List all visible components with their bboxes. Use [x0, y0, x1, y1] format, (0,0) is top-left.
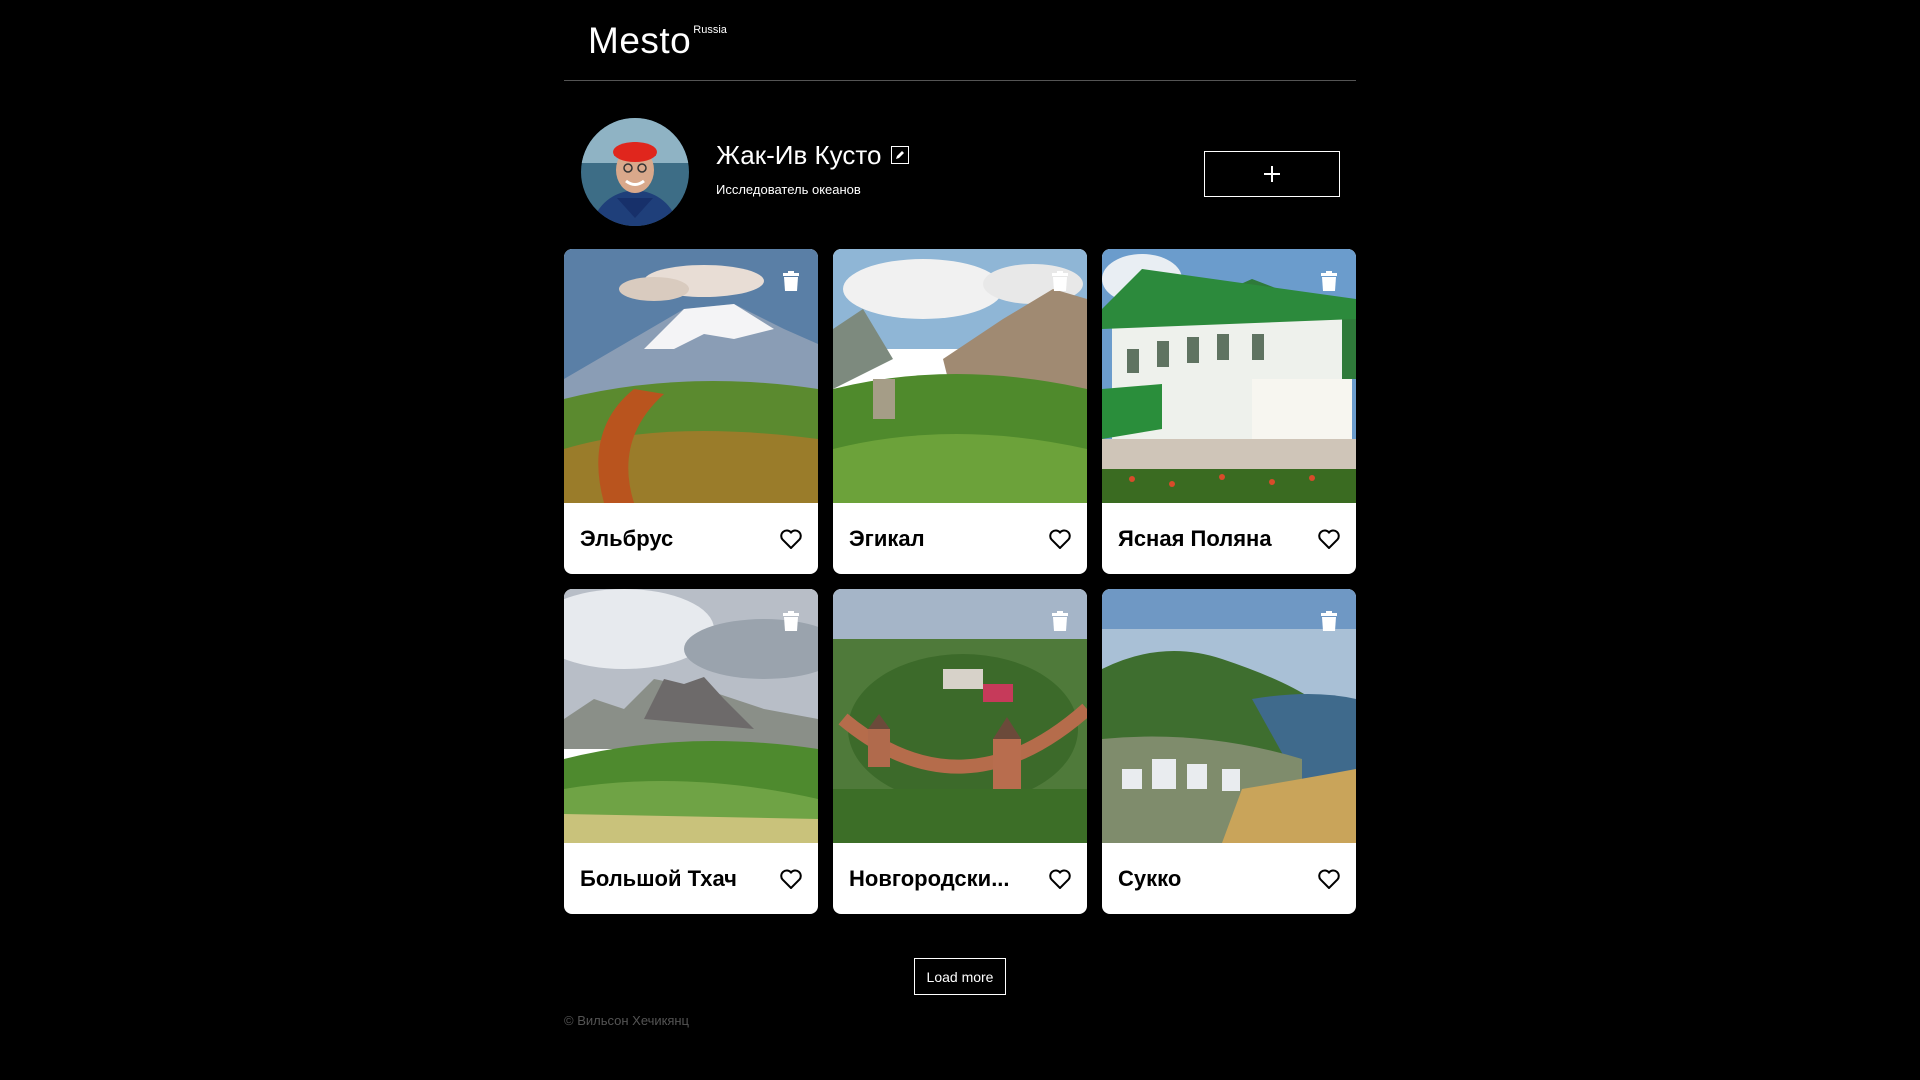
card-footer: Эльбрус [564, 503, 818, 574]
page: Mesto Russia Жак-Ив Кусто Исследователь … [564, 0, 1356, 1080]
card: Эльбрус [564, 249, 818, 574]
logo: Mesto Russia [588, 22, 727, 59]
card-image[interactable] [564, 249, 818, 503]
card-title: Ясная Поляна [1118, 525, 1272, 551]
plus-icon [1264, 166, 1280, 182]
card-title: Сукко [1118, 865, 1182, 891]
profile: Жак-Ив Кусто Исследователь океанов [564, 81, 1356, 249]
profile-name: Жак-Ив Кусто [716, 140, 882, 170]
heart-icon[interactable] [780, 529, 802, 549]
card: Ясная Поляна [1102, 249, 1356, 574]
card: Большой Тхач [564, 589, 818, 914]
heart-icon[interactable] [1318, 529, 1340, 549]
heart-icon[interactable] [1049, 529, 1071, 549]
edit-profile-button[interactable] [891, 146, 910, 165]
card-title: Эгикал [849, 525, 925, 551]
trash-icon[interactable] [782, 611, 800, 631]
card-image[interactable] [833, 589, 1087, 843]
card-image[interactable] [833, 249, 1087, 503]
trash-icon[interactable] [1320, 611, 1338, 631]
card-footer: Новгородски... [833, 843, 1087, 914]
heart-icon[interactable] [1049, 869, 1071, 889]
card: Новгородски... [833, 589, 1087, 914]
profile-about: Исследователь океанов [716, 181, 861, 197]
trash-icon[interactable] [1051, 271, 1069, 291]
load-more-button[interactable]: Load more [914, 958, 1006, 995]
cards-grid: Эльбрус Эгикал Ясная Поляна Большой Тхач… [564, 249, 1356, 914]
footer-copyright: © Вильсон Хечикянц [564, 1013, 690, 1028]
card: Эгикал [833, 249, 1087, 574]
profile-name-row: Жак-Ив Кусто [716, 140, 910, 170]
card-image[interactable] [1102, 589, 1356, 843]
avatar [581, 118, 689, 226]
trash-icon[interactable] [782, 271, 800, 291]
add-card-button[interactable] [1204, 151, 1340, 197]
pencil-icon [896, 151, 905, 160]
profile-info: Жак-Ив Кусто Исследователь океанов [716, 140, 910, 197]
card-footer: Ясная Поляна [1102, 503, 1356, 574]
card-image[interactable] [1102, 249, 1356, 503]
card-image[interactable] [564, 589, 818, 843]
card-title: Большой Тхач [580, 865, 737, 891]
trash-icon[interactable] [1051, 611, 1069, 631]
logo-text: Mesto [588, 20, 692, 61]
card: Сукко [1102, 589, 1356, 914]
header: Mesto Russia [564, 0, 1356, 81]
card-footer: Большой Тхач [564, 843, 818, 914]
trash-icon[interactable] [1320, 271, 1338, 291]
card-title: Эльбрус [580, 525, 674, 551]
card-footer: Сукко [1102, 843, 1356, 914]
heart-icon[interactable] [780, 869, 802, 889]
card-footer: Эгикал [833, 503, 1087, 574]
heart-icon[interactable] [1318, 869, 1340, 889]
card-title: Новгородски... [849, 865, 1010, 891]
logo-region: Russia [693, 24, 727, 36]
